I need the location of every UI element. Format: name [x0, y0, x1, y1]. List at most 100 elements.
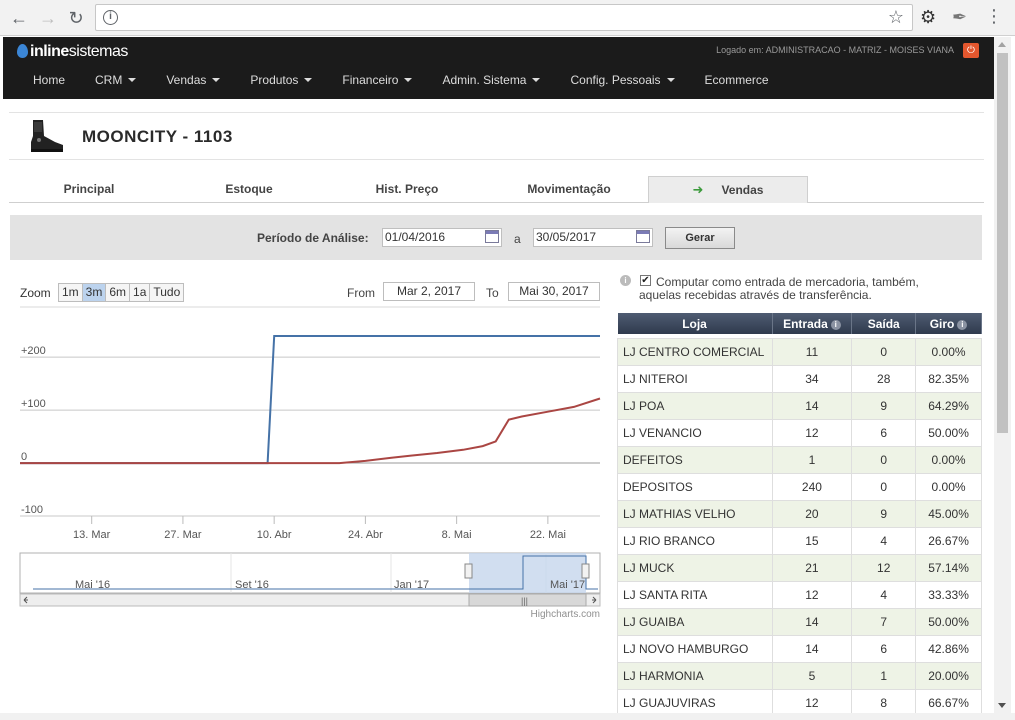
site-info-icon[interactable]: i: [103, 10, 118, 25]
address-bar[interactable]: i ☆: [95, 4, 913, 31]
period-from-input[interactable]: 01/04/2016: [382, 228, 502, 247]
boot-product-image: [31, 120, 63, 152]
chart-credits[interactable]: Highcharts.com: [531, 609, 600, 620]
table-row[interactable]: LJ VENANCIO 12 6 50.00%: [617, 418, 982, 447]
menu-admin-sistema[interactable]: Admin. Sistema: [427, 73, 555, 93]
table-row[interactable]: LJ GUAJUVIRAS 12 8 66.67%: [617, 688, 982, 717]
cell-loja: LJ RIO BRANCO: [617, 526, 773, 555]
menu-vendas[interactable]: Vendas: [151, 73, 235, 93]
cell-loja: LJ HARMONIA: [617, 661, 773, 690]
chevron-down-icon: [212, 78, 221, 82]
table-row[interactable]: LJ GUAIBA 14 7 50.00%: [617, 607, 982, 636]
navigator-right-handle[interactable]: [581, 563, 590, 579]
info-icon[interactable]: i: [620, 275, 631, 286]
cell-giro: 82.35%: [915, 364, 982, 393]
menu-financeiro-label: Financeiro: [342, 73, 399, 87]
menu-produtos[interactable]: Produtos: [235, 73, 327, 93]
table-row[interactable]: LJ MUCK 21 12 57.14%: [617, 553, 982, 582]
sales-stock-chart: +200 +100 0 -100 13. Mar 27. Mar 10. Abr 24. A…: [19, 306, 601, 620]
chevron-down-icon: [532, 78, 541, 82]
zoom-6m-button[interactable]: 6m: [105, 283, 131, 302]
scroll-thumb[interactable]: [997, 53, 1008, 433]
zoom-1m-button[interactable]: 1m: [58, 283, 83, 302]
menu-home[interactable]: Home: [3, 73, 80, 93]
table-row[interactable]: LJ RIO BRANCO 15 4 26.67%: [617, 526, 982, 555]
bookmark-star-icon[interactable]: ☆: [888, 7, 904, 28]
tab-vendas[interactable]: ➜ Vendas: [648, 176, 808, 203]
transfer-checkbox-label: Computar como entrada de mercadoria, tam…: [639, 276, 976, 302]
calendar-icon[interactable]: [636, 230, 650, 243]
range-to-label: To: [486, 286, 499, 300]
series-saida-line[interactable]: [20, 397, 601, 465]
table-row[interactable]: DEFEITOS 1 0 0.00%: [617, 445, 982, 474]
menu-financeiro[interactable]: Financeiro: [327, 73, 427, 93]
cell-loja: LJ NOVO HAMBURGO: [617, 634, 773, 663]
tab-principal[interactable]: Principal: [39, 176, 139, 203]
range-to-input[interactable]: Mai 30, 2017: [508, 282, 600, 301]
reload-icon[interactable]: ↻: [63, 5, 89, 31]
tab-movimentacao-label: Movimentação: [527, 182, 611, 196]
cell-entrada: 12: [771, 580, 853, 609]
tab-estoque[interactable]: Estoque: [199, 176, 299, 203]
scroll-down-icon[interactable]: [998, 703, 1006, 708]
period-to-input[interactable]: 30/05/2017: [533, 228, 653, 247]
cell-entrada: 12: [771, 688, 853, 717]
col-loja[interactable]: Loja: [617, 313, 773, 334]
inline-sistemas-logo[interactable]: inlinesistemas: [17, 43, 128, 61]
col-saida[interactable]: Saída: [851, 313, 917, 334]
logout-power-icon[interactable]: ⏻: [963, 43, 979, 58]
menu-ecommerce[interactable]: Ecommerce: [690, 73, 784, 93]
x-tick-label: 13. Mar: [73, 529, 111, 541]
eyedropper-extension-icon[interactable]: ✒: [952, 7, 967, 28]
col-entrada[interactable]: Entrada i: [772, 313, 853, 334]
table-row[interactable]: LJ POA 14 9 64.29%: [617, 391, 982, 420]
chart-navigator[interactable]: Mai '16 Set '16 Jan '17 Mai '17: [19, 552, 601, 594]
cell-entrada: 5: [771, 661, 853, 690]
tab-movimentacao[interactable]: Movimentação: [514, 176, 624, 203]
back-icon[interactable]: ←: [6, 5, 32, 31]
calendar-icon[interactable]: [485, 230, 499, 243]
table-row[interactable]: LJ SANTA RITA 12 4 33.33%: [617, 580, 982, 609]
gerar-button[interactable]: Gerar: [665, 227, 735, 249]
logo-text-light: sistemas: [68, 43, 129, 60]
table-row[interactable]: DEPOSITOS 240 0 0.00%: [617, 472, 982, 501]
scroll-up-icon[interactable]: [998, 42, 1006, 47]
table-row[interactable]: LJ MATHIAS VELHO 20 9 45.00%: [617, 499, 982, 528]
col-giro-label: Giro: [929, 316, 955, 331]
forward-icon[interactable]: →: [35, 5, 61, 31]
cell-giro: 0.00%: [915, 337, 982, 366]
y-tick-label: 0: [21, 451, 27, 463]
page-scrollbar[interactable]: [994, 37, 1011, 713]
table-row[interactable]: LJ NOVO HAMBURGO 14 6 42.86%: [617, 634, 982, 663]
info-icon[interactable]: i: [830, 319, 841, 330]
cell-giro: 66.67%: [915, 688, 982, 717]
zoom-tudo-button[interactable]: Tudo: [149, 283, 185, 302]
cell-saida: 7: [851, 607, 917, 636]
zoom-1a-button[interactable]: 1a: [129, 283, 151, 302]
cell-saida: 0: [851, 472, 917, 501]
table-row[interactable]: LJ HARMONIA 5 1 20.00%: [617, 661, 982, 690]
table-row[interactable]: LJ CENTRO COMERCIAL 11 0 0.00%: [617, 337, 982, 366]
transfer-checkbox[interactable]: ✔: [640, 275, 651, 286]
series-entrada-line[interactable]: [20, 335, 600, 465]
cell-entrada: 21: [771, 553, 853, 582]
y-tick-label: +100: [21, 398, 46, 410]
y-tick-label: -100: [21, 504, 43, 516]
table-row[interactable]: LJ NITEROI 34 28 82.35%: [617, 364, 982, 393]
cell-loja: LJ POA: [617, 391, 773, 420]
navigator-label: Jan '17: [394, 579, 429, 591]
menu-config-pessoais[interactable]: Config. Pessoais: [555, 73, 689, 93]
menu-crm[interactable]: CRM: [80, 73, 151, 93]
info-icon[interactable]: i: [957, 319, 968, 330]
zoom-3m-button[interactable]: 3m: [81, 283, 107, 302]
settings-gear-icon[interactable]: ⚙: [920, 7, 936, 28]
navigator-left-handle[interactable]: [464, 563, 473, 579]
product-tabs: Principal Estoque Hist. Preço Movimentaç…: [9, 176, 984, 203]
browser-menu-icon[interactable]: ⋮: [985, 6, 1003, 26]
tab-hist-preco[interactable]: Hist. Preço: [357, 176, 457, 203]
navigator-scrollbar[interactable]: |||: [19, 593, 601, 607]
range-from-input[interactable]: Mar 2, 2017: [383, 282, 475, 301]
chart-y-axis: +200 +100 0 -100: [21, 345, 46, 516]
col-giro[interactable]: Giro i: [915, 313, 982, 334]
cell-entrada: 14: [771, 607, 853, 636]
